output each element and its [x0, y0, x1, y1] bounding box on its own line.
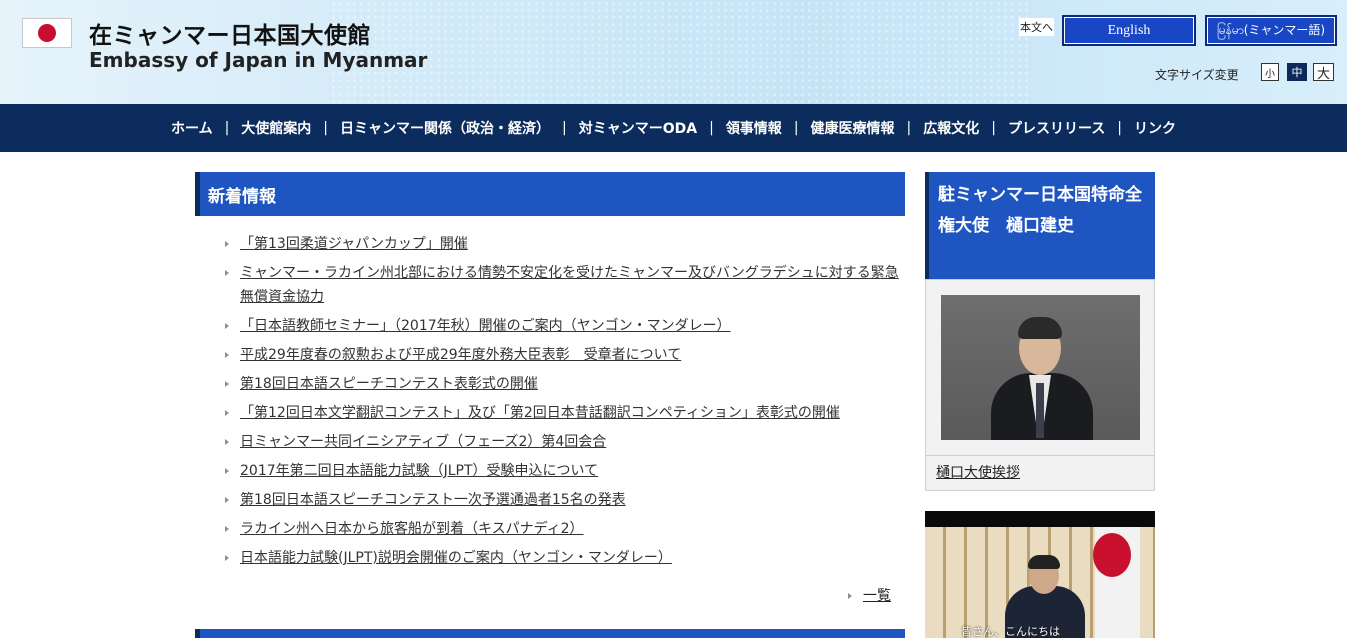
bullet-arrow-icon: [225, 468, 229, 474]
ambassador-greeting: 樋口大使挨拶: [936, 462, 1020, 482]
ambassador-heading: 駐ミャンマー日本国特命全権大使 樋口建史: [925, 172, 1155, 279]
nav-item-relations[interactable]: 日ミャンマー関係（政治・経済）: [340, 118, 550, 138]
font-size-small-button[interactable]: 小: [1261, 63, 1279, 81]
nav-item-oda[interactable]: 対ミャンマーODA: [579, 118, 697, 138]
bullet-arrow-icon: [225, 352, 229, 358]
nav-separator: |: [562, 120, 567, 136]
list-item: ミャンマー・ラカイン州北部における情勢不安定化を受けたミャンマー及びバングラデシ…: [225, 261, 905, 309]
news-link[interactable]: ラカイン州へ日本から旅客船が到着（キスパナディ2）: [240, 521, 584, 537]
nav-item-culture[interactable]: 広報文化: [923, 118, 979, 138]
list-item: 日本語能力試験(JLPT)説明会開催のご案内（ヤンゴン・マンダレー）: [225, 546, 905, 570]
ambassador-box: 樋口大使挨拶: [925, 279, 1155, 491]
next-section-heading: [195, 629, 905, 638]
bullet-arrow-icon: [225, 497, 229, 503]
bullet-arrow-icon: [225, 381, 229, 387]
bullet-arrow-icon: [225, 439, 229, 445]
nav-separator: |: [906, 120, 912, 136]
nav-item-embassy-info[interactable]: 大使館案内: [241, 118, 311, 138]
japan-flag-icon: [22, 18, 72, 48]
news-link[interactable]: 「日本語教師セミナー」（2017年秋）開催のご案内（ヤンゴン・マンダレー）: [240, 318, 731, 334]
nav-item-health[interactable]: 健康医療情報: [811, 118, 895, 138]
list-item: 「第13回柔道ジャパンカップ」開催: [225, 232, 905, 256]
news-link[interactable]: 2017年第二回日本語能力試験（JLPT）受験申込について: [240, 463, 598, 479]
ambassador-photo[interactable]: [941, 295, 1140, 440]
news-more-link[interactable]: 一覧: [863, 588, 891, 604]
font-size-large-button[interactable]: 大: [1313, 63, 1334, 82]
bullet-arrow-icon: [848, 593, 852, 599]
ambassador-greeting-link[interactable]: 樋口大使挨拶: [936, 465, 1020, 481]
nav-item-home[interactable]: ホーム: [171, 118, 213, 138]
video-thumbnail[interactable]: 皆さん、こんにちは: [925, 511, 1155, 638]
global-nav: ホーム | 大使館案内 | 日ミャンマー関係（政治・経済） | 対ミャンマーOD…: [0, 104, 1347, 152]
nav-separator: |: [709, 120, 714, 136]
news-link[interactable]: ミャンマー・ラカイン州北部における情勢不安定化を受けたミャンマー及びバングラデシ…: [240, 265, 899, 305]
site-title-en[interactable]: Embassy of Japan in Myanmar: [89, 48, 427, 72]
list-item: 「第12回日本文学翻訳コンテスト」及び「第2回日本昔話翻訳コンペティション」表彰…: [225, 401, 905, 425]
japan-flag-icon: [1093, 533, 1131, 577]
nav-separator: |: [793, 120, 799, 136]
list-item: 2017年第二回日本語能力試験（JLPT）受験申込について: [225, 459, 905, 483]
list-item: 平成29年度春の叙勲および平成29年度外務大臣表彰 受章者について: [225, 343, 905, 367]
list-item: 第18回日本語スピーチコンテスト一次予選通過者15名の発表: [225, 488, 905, 512]
english-language-button[interactable]: English: [1062, 15, 1196, 46]
nav-separator: |: [1117, 120, 1122, 136]
news-link[interactable]: 第18回日本語スピーチコンテスト一次予選通過者15名の発表: [240, 492, 626, 508]
font-size-label: 文字サイズ変更: [1155, 68, 1239, 82]
bullet-arrow-icon: [225, 555, 229, 561]
list-item: 日ミャンマー共同イニシアティブ（フェーズ2）第4回会合: [225, 430, 905, 454]
news-more: 一覧: [848, 585, 891, 605]
news-link[interactable]: 「第13回柔道ジャパンカップ」開催: [240, 236, 468, 252]
site-header: 在ミャンマー日本国大使館 Embassy of Japan in Myanmar…: [0, 0, 1347, 104]
list-item: ラカイン州へ日本から旅客船が到着（キスパナディ2）: [225, 517, 905, 541]
bullet-arrow-icon: [225, 410, 229, 416]
divider: [926, 455, 1154, 456]
myanmar-language-button[interactable]: မြန်မာ(ミャンマー語): [1205, 15, 1337, 46]
nav-separator: |: [323, 120, 329, 136]
nav-separator: |: [991, 120, 996, 136]
news-heading: 新着情報: [195, 172, 905, 216]
nav-item-press[interactable]: プレスリリース: [1008, 118, 1105, 138]
news-list: 「第13回柔道ジャパンカップ」開催 ミャンマー・ラカイン州北部における情勢不安定…: [225, 232, 905, 575]
nav-item-consular[interactable]: 領事情報: [726, 118, 782, 138]
bullet-arrow-icon: [225, 323, 229, 329]
video-caption: 皆さん、こんにちは: [961, 625, 1060, 638]
list-item: 「日本語教師セミナー」（2017年秋）開催のご案内（ヤンゴン・マンダレー）: [225, 314, 905, 338]
skip-to-content-link[interactable]: 本文へ: [1019, 18, 1054, 36]
world-map-background: [330, 0, 1030, 104]
nav-item-links[interactable]: リンク: [1134, 118, 1176, 138]
news-link[interactable]: 「第12回日本文学翻訳コンテスト」及び「第2回日本昔話翻訳コンペティション」表彰…: [240, 405, 840, 421]
font-size-medium-button[interactable]: 中: [1287, 63, 1307, 81]
news-link[interactable]: 平成29年度春の叙勲および平成29年度外務大臣表彰 受章者について: [240, 347, 681, 363]
list-item: 第18回日本語スピーチコンテスト表彰式の開催: [225, 372, 905, 396]
site-title-jp[interactable]: 在ミャンマー日本国大使館: [89, 16, 371, 50]
news-link[interactable]: 日ミャンマー共同イニシアティブ（フェーズ2）第4回会合: [240, 434, 606, 450]
news-link[interactable]: 第18回日本語スピーチコンテスト表彰式の開催: [240, 376, 538, 392]
bullet-arrow-icon: [225, 526, 229, 532]
bullet-arrow-icon: [225, 270, 229, 276]
nav-separator: |: [224, 120, 230, 136]
news-link[interactable]: 日本語能力試験(JLPT)説明会開催のご案内（ヤンゴン・マンダレー）: [240, 550, 672, 566]
bullet-arrow-icon: [225, 241, 229, 247]
